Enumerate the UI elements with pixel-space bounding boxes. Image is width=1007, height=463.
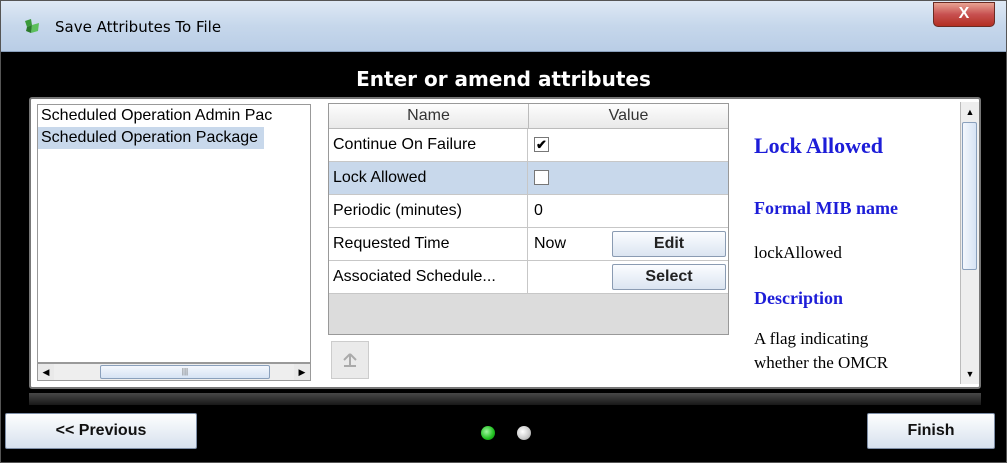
attribute-name: Requested Time [329,228,528,260]
column-header-value[interactable]: Value [529,104,728,128]
scroll-down-icon[interactable]: ▼ [961,366,979,382]
list-item[interactable]: Scheduled Operation Admin Pac [38,105,310,127]
package-list[interactable]: Scheduled Operation Admin Pac Scheduled … [37,104,311,363]
table-row[interactable]: Associated Schedule... Select [329,261,728,294]
select-button[interactable]: Select [612,264,726,290]
formal-name-heading: Formal MIB name [754,198,898,218]
window-title: Save Attributes To File [55,18,222,36]
table-row[interactable]: Requested Time Now Edit [329,228,728,261]
up-arrow-icon [343,353,357,367]
description-heading: Description [754,288,843,308]
step-indicator-active [481,426,495,440]
requested-time-value: Now [534,235,567,252]
step-indicator-inactive [517,426,531,440]
title-bar[interactable]: Save Attributes To File X [1,1,1006,52]
attribute-name: Lock Allowed [329,162,528,194]
lock-allowed-checkbox[interactable] [534,170,549,185]
associated-schedule-value [529,261,609,293]
app-icon [25,19,39,33]
column-header-name[interactable]: Name [329,104,529,128]
table-row[interactable]: Continue On Failure ✔ [329,129,728,162]
doc-vertical-scrollbar[interactable]: ▲ ▼ [960,102,979,384]
continue-on-failure-checkbox[interactable]: ✔ [534,137,549,152]
periodic-minutes-field[interactable]: 0 [529,195,728,227]
description-line: whether the OMCR [754,353,889,372]
move-up-button[interactable] [331,341,369,379]
scroll-thumb[interactable]: ||| [100,365,270,379]
edit-button[interactable]: Edit [612,231,726,257]
close-button[interactable]: X [933,2,995,27]
scroll-up-icon[interactable]: ▲ [961,104,979,120]
table-header: Name Value [329,104,728,129]
table-row[interactable]: Periodic (minutes) 0 [329,195,728,228]
list-item-selected[interactable]: Scheduled Operation Package [38,127,265,149]
attribute-name: Associated Schedule... [329,261,528,293]
dialog-window: Save Attributes To File X Enter or amend… [0,0,1007,463]
table-row-selected[interactable]: Lock Allowed [329,162,728,195]
attribute-name: Periodic (minutes) [329,195,528,227]
doc-title: Lock Allowed [754,133,883,158]
finish-button[interactable]: Finish [867,413,995,449]
previous-button[interactable]: << Previous [5,413,197,449]
list-horizontal-scrollbar[interactable]: ◀ ||| ▶ [37,363,311,381]
attributes-table: Name Value Continue On Failure ✔ Lock Al… [328,103,729,335]
reflection-strip [29,393,981,405]
scroll-thumb[interactable] [962,122,977,270]
scroll-left-icon[interactable]: ◀ [38,364,54,380]
attribute-name: Continue On Failure [329,129,528,161]
page-title: Enter or amend attributes [356,67,651,91]
description-line: A flag indicating [754,329,869,348]
help-document: Lock Allowed Formal MIB name lockAllowed… [741,101,960,384]
scroll-right-icon[interactable]: ▶ [294,364,310,380]
formal-name-value: lockAllowed [754,243,842,262]
